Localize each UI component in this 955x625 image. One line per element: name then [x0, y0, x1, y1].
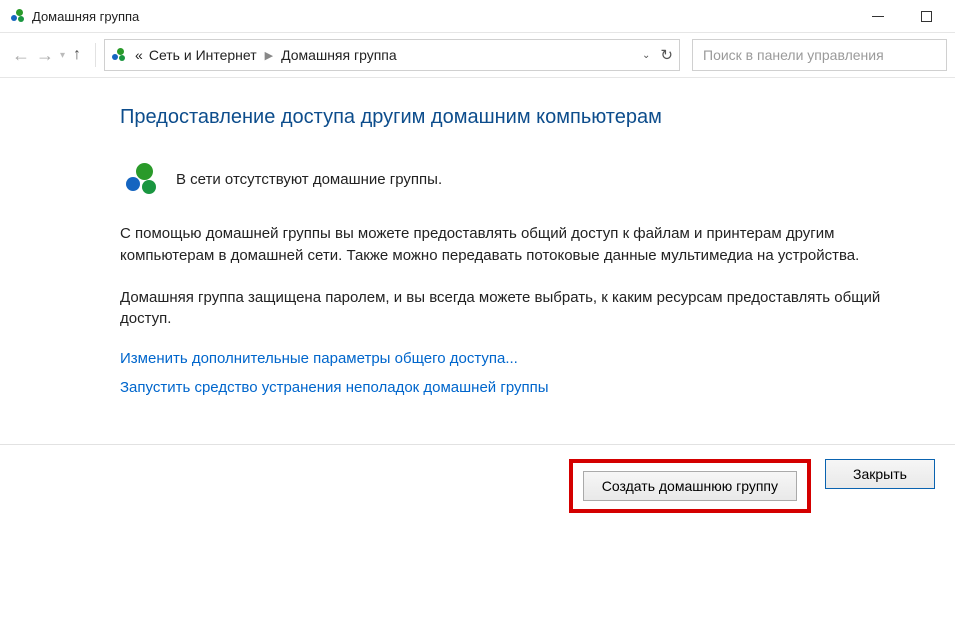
- up-button[interactable]: ↑: [73, 46, 81, 64]
- close-button[interactable]: Закрыть: [825, 459, 935, 489]
- nav-arrows: ← → ▾ ↑: [8, 45, 87, 66]
- homegroup-icon: [124, 161, 160, 197]
- breadcrumb: « Сеть и Интернет ▶ Домашняя группа: [133, 45, 634, 65]
- breadcrumb-prefix: «: [133, 45, 145, 65]
- minimize-button[interactable]: [863, 11, 893, 22]
- window-controls: [863, 11, 951, 22]
- status-row: В сети отсутствуют домашние группы.: [124, 161, 930, 197]
- description-1: С помощью домашней группы вы можете пред…: [120, 223, 930, 267]
- window-title: Домашняя группа: [32, 9, 139, 24]
- search-input[interactable]: [701, 46, 938, 64]
- search-box[interactable]: [692, 39, 947, 71]
- footer: Создать домашнюю группу Закрыть: [0, 445, 955, 513]
- page-heading: Предоставление доступа другим домашним к…: [120, 106, 930, 129]
- titlebar: Домашняя группа: [0, 0, 955, 32]
- address-dropdown-icon[interactable]: ⌄: [642, 50, 650, 61]
- description-2: Домашняя группа защищена паролем, и вы в…: [120, 287, 930, 331]
- link-troubleshoot[interactable]: Запустить средство устранения неполадок …: [120, 379, 930, 396]
- titlebar-left: Домашняя группа: [10, 8, 139, 24]
- maximize-button[interactable]: [911, 11, 941, 22]
- content: Предоставление доступа другим домашним к…: [0, 78, 930, 396]
- refresh-icon[interactable]: ↻: [660, 46, 673, 64]
- nav-separator: [95, 43, 96, 67]
- forward-button[interactable]: →: [36, 45, 54, 66]
- create-homegroup-button[interactable]: Создать домашнюю группу: [583, 471, 797, 501]
- recent-dropdown-icon[interactable]: ▾: [60, 50, 65, 61]
- link-advanced-sharing[interactable]: Изменить дополнительные параметры общего…: [120, 350, 930, 367]
- homegroup-icon: [10, 8, 26, 24]
- breadcrumb-current[interactable]: Домашняя группа: [279, 45, 399, 65]
- navbar: ← → ▾ ↑ « Сеть и Интернет ▶ Домашняя гру…: [0, 32, 955, 78]
- homegroup-icon: [111, 47, 127, 63]
- back-button[interactable]: ←: [12, 45, 30, 66]
- highlight-annotation: Создать домашнюю группу: [569, 459, 811, 513]
- chevron-right-icon: ▶: [261, 49, 277, 62]
- breadcrumb-root[interactable]: Сеть и Интернет: [147, 45, 259, 65]
- status-text: В сети отсутствуют домашние группы.: [176, 171, 442, 188]
- address-bar[interactable]: « Сеть и Интернет ▶ Домашняя группа ⌄ ↻: [104, 39, 680, 71]
